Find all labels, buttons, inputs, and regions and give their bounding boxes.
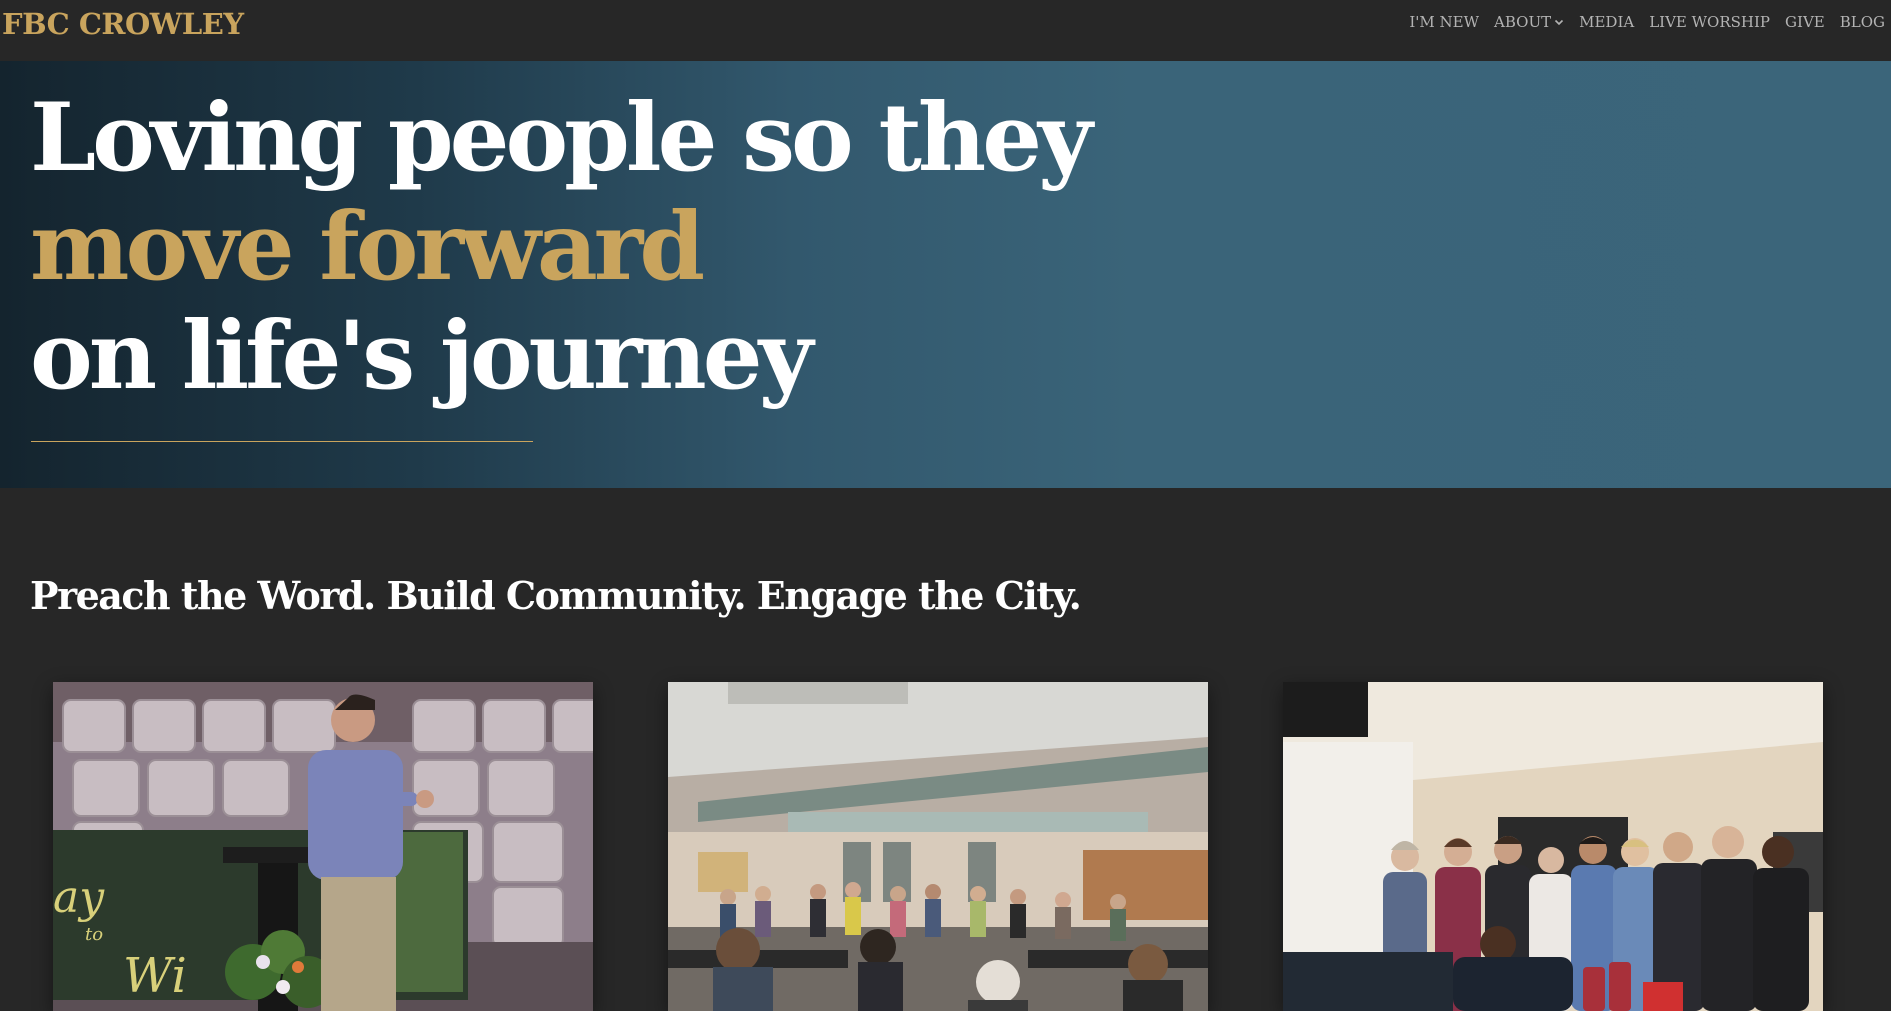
fellowship-hall-gathering-photo (668, 682, 1208, 1011)
chevron-down-icon (1555, 19, 1564, 26)
nav-media[interactable]: MEDIA (1579, 13, 1634, 31)
svg-text:ay: ay (53, 872, 105, 923)
nav-live-worship[interactable]: LIVE WORSHIP (1649, 13, 1770, 31)
svg-text:to: to (85, 924, 103, 945)
hero-banner: Loving people so they move forward on li… (0, 61, 1891, 488)
hero-heading-highlight: move forward (30, 192, 705, 302)
nav-give[interactable]: GIVE (1785, 13, 1825, 31)
nav-im-new[interactable]: I'M NEW (1409, 13, 1479, 31)
site-logo[interactable]: FBC CROWLEY (2, 7, 244, 41)
site-header: FBC CROWLEY I'M NEW ABOUT MEDIA LIVE WOR… (0, 0, 1891, 61)
svg-text:Wi: Wi (123, 948, 187, 1004)
group-photo (1283, 682, 1823, 1011)
hero-divider (31, 441, 533, 442)
nav-about-label: ABOUT (1494, 13, 1552, 31)
hero-heading-line-3: on life's journey (30, 301, 813, 411)
mission-tagline: Preach the Word. Build Community. Engage… (30, 573, 1082, 618)
nav-about[interactable]: ABOUT (1494, 13, 1564, 31)
hero-heading-line-1: Loving people so they (30, 83, 1093, 193)
main-nav: I'M NEW ABOUT MEDIA LIVE WORSHIP GIVE BL… (1409, 13, 1885, 31)
pastor-preaching-photo: ay to Wi (53, 682, 593, 1011)
nav-blog[interactable]: BLOG (1840, 13, 1885, 31)
